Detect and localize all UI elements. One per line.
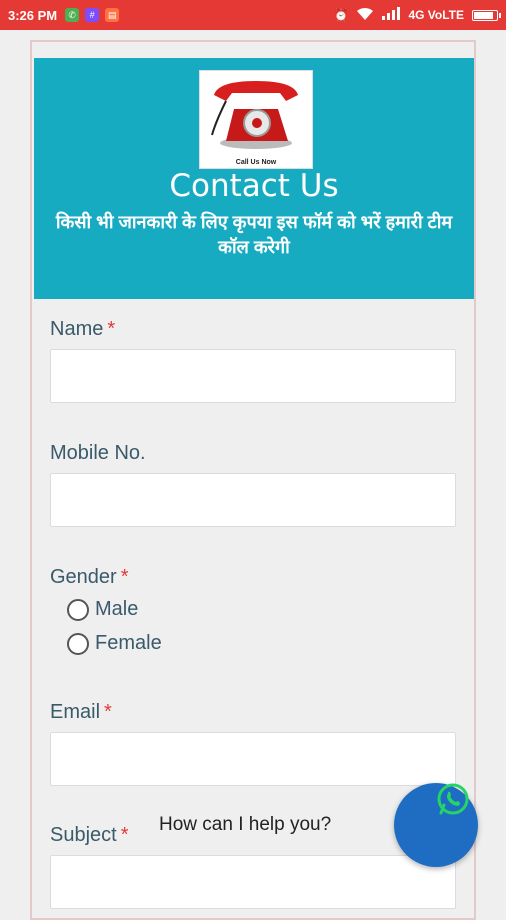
name-label-text: Name — [50, 318, 104, 340]
name-label: Name * — [50, 318, 115, 341]
page-subtitle: किसी भी जानकारी के लिए कृपया इस फॉर्म को… — [55, 212, 453, 257]
page-title: Contact Us — [169, 168, 339, 204]
email-input[interactable] — [50, 732, 456, 786]
form-header: Call Us Now Contact Us किसी भी जानकारी क… — [34, 58, 474, 299]
male-label: Male — [95, 598, 139, 620]
required-asterisk: * — [104, 701, 112, 723]
name-input[interactable] — [50, 349, 456, 403]
gender-label-text: Gender — [50, 566, 117, 588]
telephone-logo: Call Us Now — [199, 70, 313, 169]
network-type: 4G VoLTE — [408, 8, 464, 22]
chat-prompt[interactable]: How can I help you? — [159, 814, 331, 836]
news-notification-icon: ▤ — [105, 8, 120, 22]
required-asterisk: * — [120, 566, 129, 588]
whatsapp-icon[interactable] — [436, 782, 470, 816]
signal-icon — [382, 7, 401, 23]
battery-icon — [472, 9, 501, 21]
gender-option-male[interactable]: Male — [67, 598, 138, 621]
subject-label-text: Subject — [50, 824, 117, 846]
wifi-icon — [356, 7, 374, 24]
male-radio[interactable] — [67, 598, 89, 621]
contact-form-card: Call Us Now Contact Us किसी भी जानकारी क… — [30, 40, 476, 920]
mobile-input[interactable] — [50, 473, 456, 527]
alarm-icon: ⏰ — [333, 8, 349, 22]
gender-option-female[interactable]: Female — [67, 632, 162, 655]
status-bar: 3:26 PM ✆ # ▤ ⏰ 4G VoLTE — [0, 0, 506, 30]
female-label: Female — [95, 632, 162, 654]
email-label-text: Email — [50, 701, 101, 723]
email-label: Email * — [50, 701, 112, 724]
app-notification-icon: # — [85, 8, 100, 22]
female-radio[interactable] — [67, 632, 89, 655]
subject-label: Subject * — [50, 824, 129, 847]
mobile-label: Mobile No. — [50, 442, 146, 464]
whatsapp-notification-icon: ✆ — [65, 8, 80, 22]
gender-label: Gender * — [50, 566, 129, 589]
logo-caption: Call Us Now — [235, 159, 277, 166]
required-asterisk: * — [120, 824, 129, 846]
status-time: 3:26 PM — [8, 7, 58, 23]
subject-input[interactable] — [50, 855, 456, 909]
required-asterisk: * — [107, 318, 116, 340]
